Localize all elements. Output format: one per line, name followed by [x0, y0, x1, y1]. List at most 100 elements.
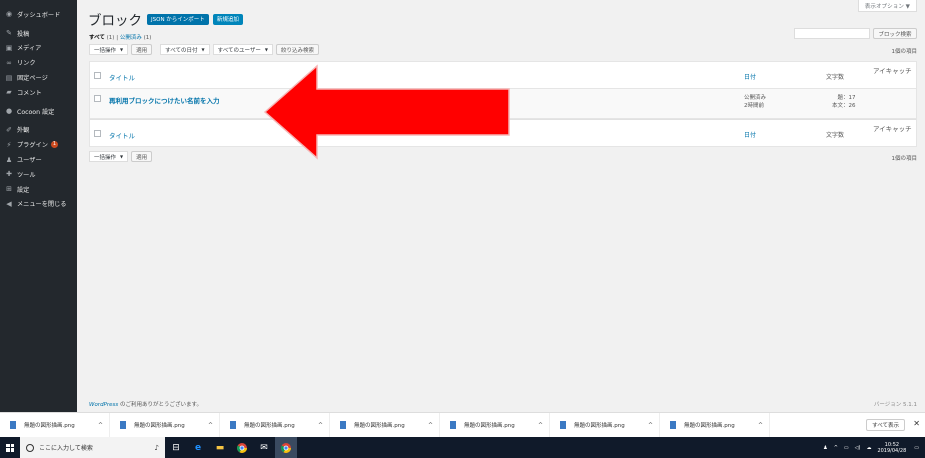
column-eyecatch-bottom: アイキャッチ: [873, 125, 912, 133]
file-explorer-icon[interactable]: ▬: [209, 437, 231, 458]
clock-date: 2019/04/28: [877, 447, 907, 454]
download-item[interactable]: 無題の図形描画.png ^: [660, 412, 770, 438]
sidebar-item-label: 固定ページ: [17, 75, 48, 83]
onedrive-icon[interactable]: ☁: [866, 445, 871, 451]
bulk-action-select-bottom[interactable]: 一括操作 ▼: [89, 151, 129, 162]
sidebar-item-label: ユーザー: [17, 157, 42, 165]
file-icon: [10, 421, 16, 429]
download-item[interactable]: 無題の図形描画.png ^: [220, 412, 330, 438]
filter-all-count: (1): [106, 35, 115, 41]
column-eyecatch: アイキャッチ: [873, 67, 912, 75]
item-count: 1個の項目: [891, 49, 918, 55]
chevron-up-icon[interactable]: ^: [428, 422, 433, 429]
filter-published[interactable]: 公開済み: [120, 35, 142, 41]
row-date-value: 2時間前: [744, 103, 764, 109]
main-content: 表示オプション ▼ ブロック JSON からインポート 新規追加 すべて (1)…: [77, 0, 925, 412]
chevron-up-icon[interactable]: ^: [758, 422, 763, 429]
sidebar-item-label: メニューを閉じる: [17, 201, 67, 209]
download-filename: 無題の図形描画.png: [574, 423, 625, 429]
chevron-down-icon: ▼: [120, 154, 124, 159]
column-title[interactable]: タイトル: [109, 72, 135, 82]
column-date[interactable]: 日付: [744, 72, 756, 81]
sidebar-item-label: ツール: [17, 171, 36, 179]
sidebar-item-4[interactable]: ▤ 固定ページ: [0, 70, 77, 85]
start-button[interactable]: [0, 437, 20, 458]
row-checkbox[interactable]: [94, 95, 101, 102]
apply-button-bottom[interactable]: 適用: [131, 151, 153, 162]
sidebar-item-8[interactable]: ⚡ プラグイン 1: [0, 137, 77, 152]
chevron-up-icon[interactable]: ^: [318, 422, 323, 429]
sidebar-item-12[interactable]: ◀ メニューを閉じる: [0, 197, 77, 212]
chevron-up-icon[interactable]: ^: [834, 445, 838, 451]
task-view-icon[interactable]: ⊟: [165, 437, 187, 458]
chevron-up-icon[interactable]: ^: [208, 422, 213, 429]
cocoon-icon: ●: [5, 107, 13, 116]
sidebar-item-3[interactable]: ∞ リンク: [0, 55, 77, 70]
sidebar-item-11[interactable]: ⊞ 設定: [0, 182, 77, 197]
sidebar-item-10[interactable]: ✚ ツール: [0, 167, 77, 182]
notification-icon[interactable]: ▭: [914, 445, 919, 451]
column-date-bottom[interactable]: 日付: [744, 130, 756, 139]
sidebar-item-label: ダッシュボード: [17, 11, 61, 19]
download-item[interactable]: 無題の図形描画.png ^: [440, 412, 550, 438]
download-bar: 無題の図形描画.png ^ 無題の図形描画.png ^ 無題の図形描画.png ^ 無題の図…: [0, 412, 925, 438]
add-new-button[interactable]: 新規追加: [212, 13, 243, 25]
download-item[interactable]: 無題の図形描画.png ^: [110, 412, 220, 438]
bulk-action-select[interactable]: 一括操作 ▼: [89, 44, 129, 55]
user-filter-select[interactable]: すべてのユーザー ▼: [212, 44, 273, 55]
date-filter-label: すべての日付: [165, 47, 198, 54]
row-date: 公開済み 2時間前: [744, 94, 766, 110]
people-icon[interactable]: ♟: [823, 445, 827, 451]
sidebar-item-5[interactable]: ▰ コメント: [0, 85, 77, 100]
apply-button[interactable]: 適用: [131, 44, 153, 55]
date-filter-select[interactable]: すべての日付 ▼: [160, 44, 210, 55]
download-item[interactable]: 無題の図形描画.png ^: [0, 412, 110, 438]
sidebar-item-7[interactable]: ✐ 外観: [0, 123, 77, 138]
microphone-icon[interactable]: ♪: [155, 444, 159, 452]
bulk-action-label-bottom: 一括操作: [94, 154, 117, 161]
sidebar-item-0[interactable]: ◉ ダッシュボード: [0, 7, 77, 22]
network-icon[interactable]: ▭: [844, 445, 849, 451]
filter-button[interactable]: 絞り込み検索: [275, 44, 319, 55]
chrome-icon[interactable]: [231, 437, 253, 458]
filter-separator: |: [116, 35, 119, 41]
sidebar-item-9[interactable]: ♟ ユーザー: [0, 152, 77, 167]
sidebar-item-2[interactable]: ▣ メディア: [0, 41, 77, 56]
status-filters: すべて (1) | 公開済み (1): [89, 33, 151, 41]
sidebar-item-label: 投稿: [17, 30, 30, 38]
show-all-downloads-button[interactable]: すべて表示: [866, 419, 905, 431]
system-tray: ♟ ^ ▭ ◁) ☁ 10:52 2019/04/28 ▭: [823, 437, 925, 458]
mail-icon[interactable]: ✉: [253, 437, 275, 458]
clock[interactable]: 10:52 2019/04/28: [877, 442, 906, 454]
update-count-badge: 1: [50, 141, 58, 149]
title-row: ブロック JSON からインポート 新規追加: [88, 9, 247, 29]
close-icon[interactable]: ✕: [913, 419, 920, 428]
page-icon: ▤: [5, 73, 13, 82]
chevron-up-icon[interactable]: ^: [538, 422, 543, 429]
row-title-link[interactable]: 再利用ブロックにつけたい名前を入力: [109, 95, 220, 105]
block-search-button[interactable]: ブロック検索: [873, 28, 917, 39]
select-all-checkbox[interactable]: [94, 71, 101, 79]
footer-version: バージョン 5.1.1: [873, 402, 917, 408]
wordpress-link[interactable]: WordPress: [89, 402, 118, 408]
edge-icon[interactable]: e: [187, 437, 209, 458]
chevron-up-icon[interactable]: ^: [98, 422, 103, 429]
sidebar-item-6[interactable]: ● Cocoon 設定: [0, 104, 77, 119]
row-words-body: 本文：26: [832, 103, 856, 109]
taskbar-search[interactable]: ここに入力して検索 ♪: [20, 437, 165, 458]
select-all-checkbox-bottom[interactable]: [94, 129, 101, 137]
download-item[interactable]: 無題の図形描画.png ^: [550, 412, 660, 438]
download-item[interactable]: 無題の図形描画.png ^: [330, 412, 440, 438]
block-search-input[interactable]: [794, 28, 870, 39]
download-filename: 無題の図形描画.png: [24, 423, 75, 429]
filter-all[interactable]: すべて: [89, 35, 105, 41]
chrome-active-icon[interactable]: [275, 437, 297, 458]
volume-icon[interactable]: ◁): [855, 445, 861, 451]
row-words-title: 題：17: [837, 95, 856, 101]
screen-options-button[interactable]: 表示オプション ▼: [857, 0, 917, 12]
chevron-up-icon[interactable]: ^: [648, 422, 653, 429]
sidebar-item-label: メディア: [17, 45, 42, 53]
column-title-bottom[interactable]: タイトル: [109, 130, 135, 140]
sidebar-item-1[interactable]: ✎ 投稿: [0, 26, 77, 41]
json-import-button[interactable]: JSON からインポート: [147, 13, 209, 25]
